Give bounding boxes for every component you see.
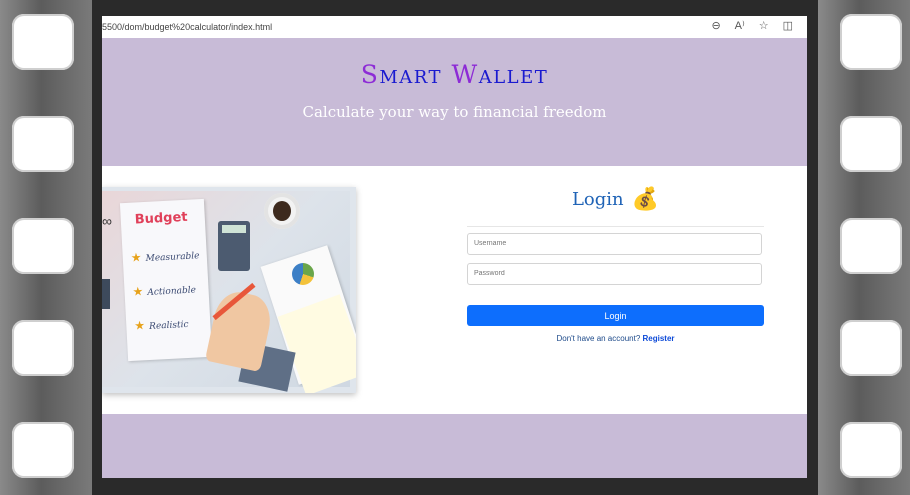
browser-window: 5500/dom/budget%20calculator/index.html … bbox=[102, 16, 807, 478]
glasses-icon: ∞ bbox=[102, 213, 112, 229]
film-hole bbox=[12, 116, 74, 172]
budget-item: ★ Actionable bbox=[132, 284, 197, 299]
coffee-cup-icon bbox=[264, 193, 300, 229]
film-strip-right bbox=[818, 0, 910, 495]
film-hole bbox=[840, 218, 902, 274]
password-input[interactable] bbox=[467, 263, 762, 285]
zoom-out-icon[interactable]: ⊖ bbox=[711, 19, 720, 32]
money-bag-icon: 💰 bbox=[631, 187, 660, 212]
brand-title: Smart Wallet bbox=[102, 60, 807, 89]
favorite-star-icon[interactable]: ☆ bbox=[759, 19, 769, 32]
film-hole bbox=[840, 116, 902, 172]
film-hole bbox=[12, 14, 74, 70]
film-hole bbox=[12, 218, 74, 274]
budget-illustration: ∞ Budget ★ Measurable ★ Actionable ★ Realis… bbox=[102, 187, 356, 393]
page-footer bbox=[102, 414, 807, 478]
register-row: Don't have an account? Register bbox=[467, 334, 764, 343]
login-button[interactable]: Login bbox=[467, 305, 764, 326]
tagline: Calculate your way to financial freedom bbox=[302, 103, 607, 121]
calculator-icon bbox=[218, 221, 250, 271]
film-hole bbox=[840, 422, 902, 478]
address-bar-icons: ⊖ A⁾ ☆ ◫ bbox=[711, 19, 793, 32]
budget-paper: Budget ★ Measurable ★ Actionable ★ Realisti… bbox=[119, 198, 213, 362]
page-header: Smart Wallet Calculate your way to finan… bbox=[102, 38, 807, 166]
register-prompt: Don't have an account? bbox=[556, 334, 641, 343]
film-hole bbox=[12, 320, 74, 376]
login-form: Login 💰 Login Don't have an account? Regi… bbox=[467, 182, 764, 343]
url-text[interactable]: 5500/dom/budget%20calculator/index.html bbox=[102, 22, 272, 32]
brand-initial-w: W bbox=[451, 60, 479, 89]
star-icon: ★ bbox=[130, 250, 142, 265]
register-link[interactable]: Register bbox=[643, 334, 675, 343]
split-screen-icon[interactable]: ◫ bbox=[783, 19, 793, 32]
film-hole bbox=[12, 422, 74, 478]
budget-item: ★ Realistic bbox=[133, 318, 189, 333]
budget-paper-title: Budget bbox=[134, 209, 188, 228]
film-strip-left bbox=[0, 0, 92, 495]
main-section: ∞ Budget ★ Measurable ★ Actionable ★ Realis… bbox=[102, 166, 807, 414]
star-icon: ★ bbox=[133, 318, 146, 333]
username-input[interactable] bbox=[467, 233, 762, 255]
pie-chart-icon bbox=[292, 263, 314, 285]
film-hole bbox=[840, 14, 902, 70]
budget-item: ★ Measurable bbox=[130, 250, 200, 265]
device-edge bbox=[102, 279, 110, 309]
address-bar[interactable]: 5500/dom/budget%20calculator/index.html … bbox=[102, 16, 807, 39]
brand-initial-s: S bbox=[360, 60, 380, 89]
read-aloud-icon[interactable]: A⁾ bbox=[735, 19, 745, 32]
login-title: Login bbox=[571, 189, 624, 210]
film-hole bbox=[840, 320, 902, 376]
brand-word-smart: mart bbox=[379, 60, 452, 89]
brand-word-wallet: allet bbox=[478, 60, 549, 89]
login-heading: Login 💰 bbox=[467, 182, 764, 222]
star-icon: ★ bbox=[132, 284, 144, 299]
divider bbox=[467, 226, 764, 227]
